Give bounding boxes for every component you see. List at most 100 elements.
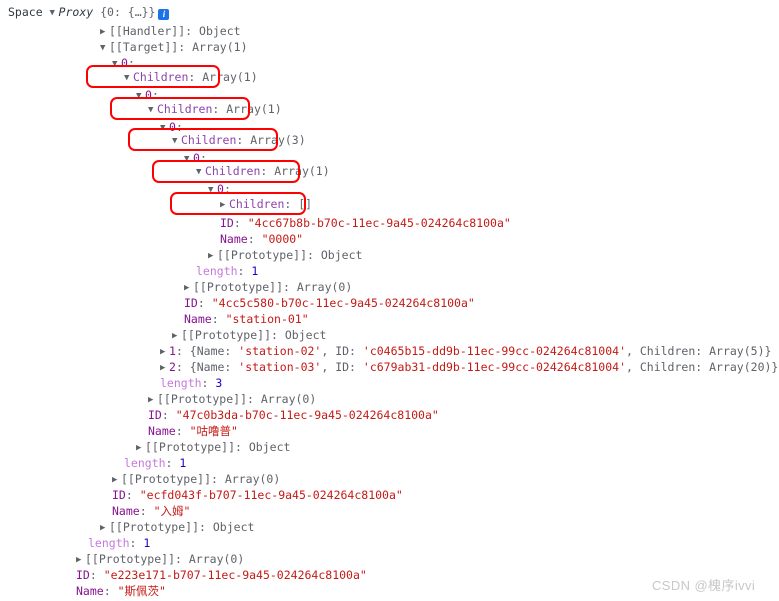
tree-row[interactable]: ▶ 1: {Name: 'station-02', ID: 'c0465b15-d… [160, 344, 771, 358]
token-val-obj: Object [199, 24, 241, 38]
tree-row[interactable]: Name: "0000" [220, 232, 303, 246]
token-val-arr: Array(1) [226, 102, 282, 116]
token-key-intern: [[Prototype]] [121, 472, 212, 486]
tree-row[interactable]: ▶ [[Prototype]]: Array(0) [184, 280, 352, 294]
tree-row[interactable]: length: 3 [160, 376, 222, 390]
tree-row[interactable]: Name: "station-01" [184, 312, 309, 326]
tree-row[interactable]: ID: "ecfd043f-b707-11ec-9a45-024264c8100… [112, 488, 403, 502]
disclosure-triangle-down-icon[interactable]: ▼ [208, 183, 217, 197]
token-str-single: 'station-02' [238, 344, 322, 358]
token-punct: : [211, 472, 225, 486]
tree-row[interactable]: ▼ Children: Array(3) [172, 133, 306, 147]
tree-row[interactable]: ▶ [[Prototype]]: Array(0) [148, 392, 316, 406]
tree-row[interactable]: ID: "4cc67b8b-b70c-11ec-9a45-024264c8100… [220, 216, 511, 230]
token-preview: {0: {…}} [100, 5, 156, 19]
tree-row[interactable]: ▼ Children: Array(1) [124, 70, 258, 84]
disclosure-triangle-down-icon[interactable]: ▼ [148, 103, 157, 117]
token-val-str: "4cc5c580-b70c-11ec-9a45-024264c8100a" [211, 296, 475, 310]
disclosure-triangle-right-icon[interactable]: ▶ [76, 553, 85, 567]
info-icon[interactable]: i [158, 9, 170, 20]
disclosure-triangle-right-icon[interactable]: ▶ [112, 473, 121, 487]
token-key-intern: [[Prototype]] [109, 520, 200, 534]
tree-row[interactable]: Name: "咕噜普" [148, 424, 238, 438]
tree-row[interactable]: Name: "入姆" [112, 504, 190, 518]
tree-row[interactable]: length: 1 [88, 536, 150, 550]
tree-row[interactable]: ▶ [[Handler]]: Object [100, 24, 241, 38]
token-preview: , ID: [321, 360, 363, 374]
tree-row[interactable]: ▼ 0: [160, 120, 183, 134]
disclosure-triangle-down-icon[interactable]: ▼ [184, 152, 193, 166]
token-key-length: length [196, 264, 238, 278]
tree-row[interactable]: ID: "e223e171-b707-11ec-9a45-024264c8100… [76, 568, 367, 582]
disclosure-triangle-down-icon[interactable]: ▼ [124, 71, 133, 85]
token-val-arr: Array(1) [274, 164, 330, 178]
tree-row[interactable]: ▶ [[Prototype]]: Object [100, 520, 254, 534]
token-key-intern: [[Prototype]] [85, 552, 176, 566]
tree-row[interactable]: ▼ 0: [136, 88, 159, 102]
disclosure-triangle-right-icon[interactable]: ▶ [160, 345, 169, 359]
tree-row[interactable]: Name: "斯佩茨" [76, 584, 166, 598]
disclosure-triangle-down-icon[interactable]: ▼ [136, 89, 145, 103]
token-punct: : [223, 182, 231, 196]
token-punct: : [103, 584, 118, 598]
token-val-obj: Object [284, 328, 327, 342]
token-val-str: "斯佩茨" [117, 584, 166, 598]
token-val-arr: [] [298, 197, 313, 211]
disclosure-triangle-down-icon[interactable]: ▼ [100, 41, 109, 55]
token-val-arr: Array(1) [202, 70, 258, 84]
token-preview: , ID: [321, 344, 363, 358]
tree-row[interactable]: ID: "47c0b3da-b70c-11ec-9a45-024264c8100… [148, 408, 439, 422]
tree-row[interactable]: ▼ [[Target]]: Array(1) [100, 40, 248, 54]
token-key-intern: [[Handler]] [109, 24, 186, 38]
token-val-num: 3 [215, 376, 223, 390]
tree-row[interactable]: ▶ [[Prototype]]: Object [208, 248, 362, 262]
disclosure-triangle-right-icon[interactable]: ▶ [100, 25, 109, 39]
tree-row[interactable]: ▼ Children: Array(1) [196, 164, 330, 178]
tree-row[interactable]: ▶ 2: {Name: 'station-03', ID: 'c679ab31-d… [160, 360, 778, 374]
token-punct: : [211, 312, 226, 326]
disclosure-triangle-right-icon[interactable]: ▶ [100, 521, 109, 535]
token-punct: : [307, 248, 321, 262]
token-punct: : [199, 520, 213, 534]
token-key-intern: [[Prototype]] [181, 328, 272, 342]
token-val-arr: Array(0) [296, 280, 353, 294]
tree-row[interactable]: length: 1 [196, 264, 258, 278]
tree-row[interactable]: ▶ Children: [] [220, 197, 312, 211]
token-key-length: length [88, 536, 130, 550]
tree-row[interactable]: ▶ [[Prototype]]: Array(0) [76, 552, 244, 566]
token-key-name: Name [76, 584, 104, 598]
token-str-single: 'c0465b15-dd9b-11ec-99cc-024264c81004' [362, 344, 627, 358]
token-preview: Name: [196, 344, 239, 358]
tree-row[interactable]: ▶ [[Prototype]]: Object [136, 440, 290, 454]
tree-row[interactable]: ▼ 0: [112, 56, 135, 70]
token-val-str: "e223e171-b707-11ec-9a45-024264c8100a" [103, 568, 367, 582]
tree-root-row[interactable]: Space ▼ Proxy {0: {…}} i [8, 5, 170, 20]
token-key-name: Name [220, 232, 248, 246]
tree-row[interactable]: length: 1 [124, 456, 186, 470]
disclosure-triangle-down-icon[interactable]: ▼ [50, 6, 59, 20]
disclosure-triangle-right-icon[interactable]: ▶ [208, 249, 217, 263]
disclosure-triangle-right-icon[interactable]: ▶ [136, 441, 145, 455]
token-punct: : [284, 197, 299, 211]
disclosure-triangle-down-icon[interactable]: ▼ [112, 57, 121, 71]
disclosure-triangle-right-icon[interactable]: ▶ [148, 393, 157, 407]
token-key-intern: [[Prototype]] [145, 440, 236, 454]
disclosure-triangle-right-icon[interactable]: ▶ [184, 281, 193, 295]
devtools-object-tree[interactable]: Space ▼ Proxy {0: {…}} i ▶ [[Handler]]: Obje… [0, 0, 779, 601]
disclosure-triangle-right-icon[interactable]: ▶ [160, 361, 169, 375]
disclosure-triangle-down-icon[interactable]: ▼ [196, 165, 205, 179]
tree-row[interactable]: ▼ 0: [208, 182, 231, 196]
token-str-single: 'station-03' [238, 360, 322, 374]
disclosure-triangle-down-icon[interactable]: ▼ [160, 121, 169, 135]
tree-row[interactable]: ▼ Children: Array(1) [148, 102, 282, 116]
tree-row[interactable]: ▼ 0: [184, 151, 207, 165]
token-punct: : [165, 456, 180, 470]
disclosure-triangle-right-icon[interactable]: ▶ [220, 198, 229, 212]
tree-row[interactable]: ▶ [[Prototype]]: Array(0) [112, 472, 280, 486]
tree-row[interactable]: ID: "4cc5c580-b70c-11ec-9a45-024264c8100… [184, 296, 475, 310]
disclosure-triangle-right-icon[interactable]: ▶ [172, 329, 181, 343]
token-key-prop: Children [181, 133, 237, 147]
disclosure-triangle-down-icon[interactable]: ▼ [172, 134, 181, 148]
token-key-name: ID [76, 568, 90, 582]
tree-row[interactable]: ▶ [[Prototype]]: Object [172, 328, 326, 342]
